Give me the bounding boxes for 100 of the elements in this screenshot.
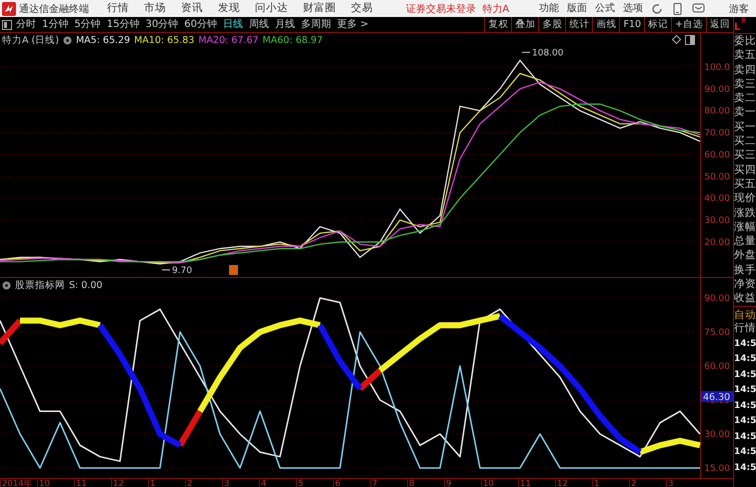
- period-tab[interactable]: 更多 >: [336, 18, 369, 30]
- toolbar-button[interactable]: 多股: [538, 17, 566, 32]
- menu-item[interactable]: 公式: [595, 2, 616, 14]
- indicator-reading: S: 0.00: [69, 280, 102, 291]
- quote-field-label: 换手: [734, 262, 756, 278]
- quote-field-label: 涨跌: [734, 206, 756, 220]
- date-axis-label: 2: [629, 479, 666, 487]
- diamond-icon[interactable]: [672, 35, 681, 44]
- quote-field-label: 卖四: [734, 62, 756, 77]
- legend-value: : 68.97: [289, 35, 323, 46]
- date-axis-label: 11: [74, 479, 111, 487]
- period-tab[interactable]: 分时: [16, 18, 36, 30]
- quote-field-label: 买三: [734, 148, 756, 163]
- toolbar-button[interactable]: 标记: [644, 17, 672, 32]
- toolbar-button[interactable]: 统计: [565, 17, 592, 32]
- date-axis-label: 1: [592, 479, 629, 487]
- panel-header-label: L: [734, 22, 740, 33]
- period-tab[interactable]: 5分钟: [74, 18, 101, 30]
- app-logo-icon: [2, 2, 16, 16]
- date-axis-label: 10: [481, 479, 518, 487]
- menu-item[interactable]: 财富圈: [303, 2, 336, 15]
- indicator-axis-label: 75.00: [704, 328, 730, 338]
- quote-field-label: 涨幅: [734, 220, 756, 234]
- period-tab[interactable]: 月线: [274, 18, 295, 30]
- menu-item[interactable]: 行情: [107, 2, 129, 15]
- event-marker-icon[interactable]: [229, 265, 238, 275]
- period-tab[interactable]: 60分钟: [184, 18, 217, 30]
- menu-item[interactable]: 交易: [351, 2, 373, 15]
- quote-field-label: 买四: [734, 162, 756, 177]
- mode-tab[interactable]: 行情: [734, 322, 756, 335]
- quote-field-label: 委比: [734, 34, 756, 48]
- price-axis-label: 40.00: [704, 194, 730, 204]
- chart-title: 特力A (日线): [2, 34, 59, 47]
- settings-icon[interactable]: [2, 281, 11, 290]
- quote-field-label: 收益: [734, 291, 756, 306]
- quote-field-label: 总量: [734, 234, 756, 248]
- legend-name: MA60: [262, 35, 290, 46]
- trade-time: 14:5: [734, 415, 756, 428]
- message-icon[interactable]: [692, 3, 706, 14]
- menu-item[interactable]: 功能: [539, 2, 560, 14]
- period-tab[interactable]: 15分钟: [106, 18, 140, 30]
- price-axis-label: 60.00: [704, 150, 730, 160]
- user-name[interactable]: 游客: [729, 2, 750, 16]
- trade-time: 14:5: [734, 368, 756, 382]
- date-axis-label: 5: [296, 479, 333, 487]
- period-tab[interactable]: 1分钟: [42, 18, 68, 30]
- indicator-axis-label: 60.00: [704, 362, 730, 372]
- legend-value: : 65.83: [160, 35, 194, 46]
- date-axis-label: 11: [518, 479, 555, 487]
- date-axis-label: 4: [259, 479, 296, 487]
- period-tab[interactable]: 多周期: [300, 18, 331, 30]
- trade-time: 14:5: [734, 462, 756, 475]
- quote-field-label: 净资: [734, 277, 756, 292]
- indicator-axis-label: 15.00: [704, 464, 730, 474]
- menu-item[interactable]: 市场: [144, 2, 166, 15]
- trade-time: 14:5: [734, 353, 756, 366]
- toolbar-button[interactable]: +自选: [671, 17, 706, 32]
- period-tab[interactable]: 日线: [222, 18, 243, 30]
- price-axis-label: 70.00: [704, 128, 730, 139]
- legend-name: MA20: [198, 35, 226, 46]
- phone-icon[interactable]: [673, 2, 682, 14]
- period-tab[interactable]: 30分钟: [145, 18, 178, 30]
- toolbar-button[interactable]: 叠加: [511, 17, 538, 32]
- legend-name: MA10: [134, 35, 161, 46]
- period-tab[interactable]: 周线: [248, 18, 269, 30]
- toolbar-button[interactable]: 返回: [706, 17, 733, 32]
- menu-item[interactable]: 资讯: [181, 2, 203, 15]
- quote-field-label: 卖一: [734, 105, 756, 120]
- date-axis-label: 12: [555, 479, 592, 487]
- legend-value: : 67.67: [225, 35, 259, 46]
- trade-time: 14:5: [734, 400, 756, 413]
- mode-tab[interactable]: 自动: [734, 308, 756, 322]
- price-axis-label: 50.00: [704, 172, 730, 182]
- menu-item[interactable]: 版面: [567, 2, 588, 14]
- quote-field-label: 买一: [734, 120, 756, 134]
- trade-time: 14:5: [734, 430, 756, 444]
- menu-item[interactable]: 发现: [218, 2, 240, 15]
- date-axis-label: 7: [370, 479, 407, 487]
- app-title: 通达信金融终端: [19, 2, 89, 16]
- legend-name: MA5: [76, 35, 97, 46]
- indicator-axis-label: 90.00: [704, 294, 730, 304]
- menu-item[interactable]: 问小达: [255, 2, 288, 15]
- toolbar-button[interactable]: 画线: [592, 17, 620, 32]
- panel-toggle-icon[interactable]: [685, 35, 695, 45]
- date-axis-label: 2014年: [0, 479, 37, 487]
- date-axis-label: 8: [407, 479, 444, 487]
- quote-field-label: 现价: [734, 191, 756, 206]
- refresh-icon[interactable]: [651, 2, 664, 14]
- quote-field-label: 买二: [734, 134, 756, 148]
- quote-field-label: 卖二: [734, 91, 756, 106]
- trade-time: 14:5: [734, 446, 756, 460]
- settings-icon[interactable]: [62, 36, 72, 45]
- date-axis-label: 3: [222, 479, 259, 487]
- menu-item[interactable]: 选项: [623, 2, 644, 14]
- toolbar-button[interactable]: F10: [619, 17, 644, 32]
- toolbar-button[interactable]: 复权: [484, 17, 512, 32]
- login-status: 证券交易未登录 特力A: [406, 2, 510, 16]
- quote-field-label: 外盘: [734, 248, 756, 263]
- trade-time: 14:5: [734, 338, 756, 351]
- panel-toggle-icon[interactable]: [2, 20, 12, 30]
